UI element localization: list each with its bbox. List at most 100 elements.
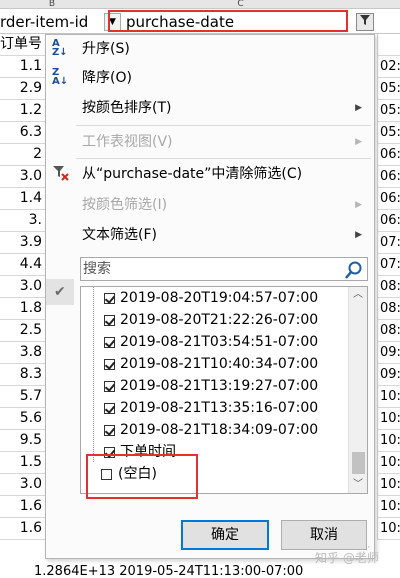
submenu-arrow-icon: ▶ — [355, 103, 362, 113]
filter-list-item[interactable]: 2019-08-20T19:04:57-07:00 — [81, 287, 346, 309]
filter-checkbox[interactable] — [104, 403, 115, 414]
cell-a-row[interactable]: 3. — [0, 210, 45, 232]
sort-ascending-icon: A Z↓ — [52, 38, 68, 58]
cell-a-row[interactable]: 3.0 — [0, 276, 45, 298]
cell-d-row[interactable]: 06: — [377, 144, 400, 166]
cell-a-row[interactable]: 3.8 — [0, 342, 45, 364]
cell-d-row[interactable] — [377, 34, 400, 56]
cell-a-row[interactable]: 1.2 — [0, 100, 45, 122]
funnel-icon — [360, 15, 370, 25]
filter-checkbox[interactable] — [104, 425, 115, 436]
scroll-up-arrow-icon[interactable]: ︿ — [349, 287, 367, 303]
cell-a-row[interactable]: 1.4 — [0, 188, 45, 210]
cell-a-row[interactable]: 1.6 — [0, 496, 45, 518]
list-scrollbar[interactable]: ︿ ﹀ — [348, 287, 367, 493]
scrollbar-thumb[interactable] — [352, 452, 365, 474]
filter-checkbox[interactable] — [104, 359, 115, 370]
filter-checkbox[interactable] — [104, 293, 115, 304]
cell-a-row[interactable]: 5.6 — [0, 408, 45, 430]
cell-d-row[interactable]: 10: — [377, 408, 400, 430]
search-icon[interactable] — [344, 260, 364, 280]
header-cell-order-item-id[interactable]: rder-item-id — [0, 11, 104, 33]
menu-item-filter-by-color[interactable]: 按颜色筛选(I) ▶ — [46, 192, 374, 218]
cell-d-row[interactable]: 08: — [377, 320, 400, 342]
clear-filter-icon — [52, 164, 72, 184]
cell-a-row[interactable]: 订单号 — [0, 34, 45, 56]
filter-list-item[interactable]: 2019-08-21T13:19:27-07:00 — [81, 375, 346, 397]
menu-separator — [76, 125, 371, 126]
filter-search-input[interactable]: 搜索 — [80, 257, 368, 281]
partial-bottom-row: 1.2864E+13 2019-05-24T11:13:00-07:00 — [34, 564, 304, 578]
cell-d-row[interactable]: 07: — [377, 254, 400, 276]
cell-a-row[interactable]: 9.5 — [0, 430, 45, 452]
filter-list-item[interactable]: 2019-08-21T10:40:34-07:00 — [81, 353, 346, 375]
cell-a-row[interactable]: 3.0 — [0, 166, 45, 188]
cell-a-row[interactable]: 3.0 — [0, 474, 45, 496]
cell-a-row[interactable]: 6.3 — [0, 122, 45, 144]
filter-list-item[interactable]: 2019-08-21T03:54:51-07:00 — [81, 331, 346, 353]
cell-d-row[interactable]: 09: — [377, 342, 400, 364]
checkmark-icon: ✔ — [54, 284, 66, 300]
cell-d-row[interactable]: 08: — [377, 276, 400, 298]
filter-active-button-c[interactable] — [356, 13, 374, 31]
cell-a-row[interactable]: 8.3 — [0, 364, 45, 386]
cell-a-row[interactable]: 4.4 — [0, 254, 45, 276]
ok-button[interactable]: 确定 — [181, 520, 269, 550]
cell-d-row[interactable]: 05: — [377, 122, 400, 144]
menu-item-text-filters[interactable]: 文本筛选(F) ▶ — [46, 222, 374, 248]
cell-d-row[interactable]: 07: — [377, 232, 400, 254]
menu-item-sheet-view[interactable]: 工作表视图(V) ▶ — [46, 129, 374, 155]
cell-a-row[interactable]: 1.6 — [0, 518, 45, 540]
filter-checkbox[interactable] — [104, 337, 115, 348]
cell-d-row[interactable]: 09: — [377, 364, 400, 386]
column-header-d[interactable] — [377, 0, 400, 9]
cell-d-row[interactable]: 10: — [377, 430, 400, 452]
highlight-box-header — [108, 10, 348, 32]
filter-list-item[interactable]: 2019-08-20T21:22:26-07:00 — [81, 309, 346, 331]
menu-item-sort-descending[interactable]: Z A↓ 降序(O) — [46, 65, 374, 91]
column-header-b[interactable]: B — [0, 0, 104, 9]
menu-item-label: 工作表视图(V) — [82, 134, 173, 150]
menu-item-label: 按颜色排序(T) — [82, 100, 172, 116]
menu-item-clear-filter[interactable]: 从“purchase-date”中清除筛选(C) — [46, 161, 374, 187]
cell-a-row[interactable]: 1.5 — [0, 452, 45, 474]
highlight-box-blank — [86, 454, 198, 499]
cell-d-row[interactable]: 06: — [377, 210, 400, 232]
menu-separator — [76, 158, 371, 159]
cell-d-row[interactable]: 05: — [377, 100, 400, 122]
cell-d-row[interactable]: 06: — [377, 188, 400, 210]
cell-a-row[interactable]: 1.8 — [0, 298, 45, 320]
cell-d-row[interactable]: 10: — [377, 474, 400, 496]
scroll-down-arrow-icon[interactable]: ﹀ — [349, 477, 367, 493]
menu-item-label: 降序(O) — [82, 70, 132, 86]
cell-d-row[interactable]: 10: — [377, 496, 400, 518]
cell-d-row[interactable]: 10: — [377, 518, 400, 540]
select-all-indicator[interactable]: ✔ — [46, 279, 74, 305]
cell-d-row[interactable]: 08: — [377, 298, 400, 320]
menu-item-sort-by-color[interactable]: 按颜色排序(T) ▶ — [46, 95, 374, 121]
cell-d-row[interactable]: 10: — [377, 386, 400, 408]
filter-item-label: 2019-08-20T21:22:26-07:00 — [120, 312, 319, 328]
menu-item-sort-ascending[interactable]: A Z↓ 升序(S) — [46, 36, 374, 62]
cell-d-row[interactable]: 10: — [377, 452, 400, 474]
filter-item-label: 2019-08-21T18:34:09-07:00 — [120, 422, 319, 438]
cell-d-row[interactable]: 02: — [377, 56, 400, 78]
filter-item-label: 2019-08-21T13:19:27-07:00 — [120, 378, 319, 394]
filter-checkbox[interactable] — [104, 315, 115, 326]
cell-a-row[interactable]: 2 — [0, 144, 45, 166]
cell-a-row[interactable]: 5.7 — [0, 386, 45, 408]
filter-list-item[interactable]: 2019-08-21T18:34:09-07:00 — [81, 419, 346, 441]
cancel-button[interactable]: 取消 — [281, 520, 367, 550]
filter-checkbox[interactable] — [104, 381, 115, 392]
cell-d-row[interactable]: 05: — [377, 78, 400, 100]
cell-d-row[interactable]: 06: — [377, 166, 400, 188]
cell-a-row[interactable]: 1.1 — [0, 56, 45, 78]
cell-a-row[interactable]: 2.5 — [0, 320, 45, 342]
column-header-c[interactable]: C — [104, 0, 377, 9]
filter-list-item[interactable]: 2019-08-21T13:35:16-07:00 — [81, 397, 346, 419]
filter-item-label: 2019-08-21T03:54:51-07:00 — [120, 334, 319, 350]
cell-a-row[interactable]: 2.9 — [0, 78, 45, 100]
menu-item-label: 从“purchase-date”中清除筛选(C) — [82, 166, 303, 182]
filter-item-label: 2019-08-21T13:35:16-07:00 — [120, 400, 319, 416]
cell-a-row[interactable]: 3.9 — [0, 232, 45, 254]
